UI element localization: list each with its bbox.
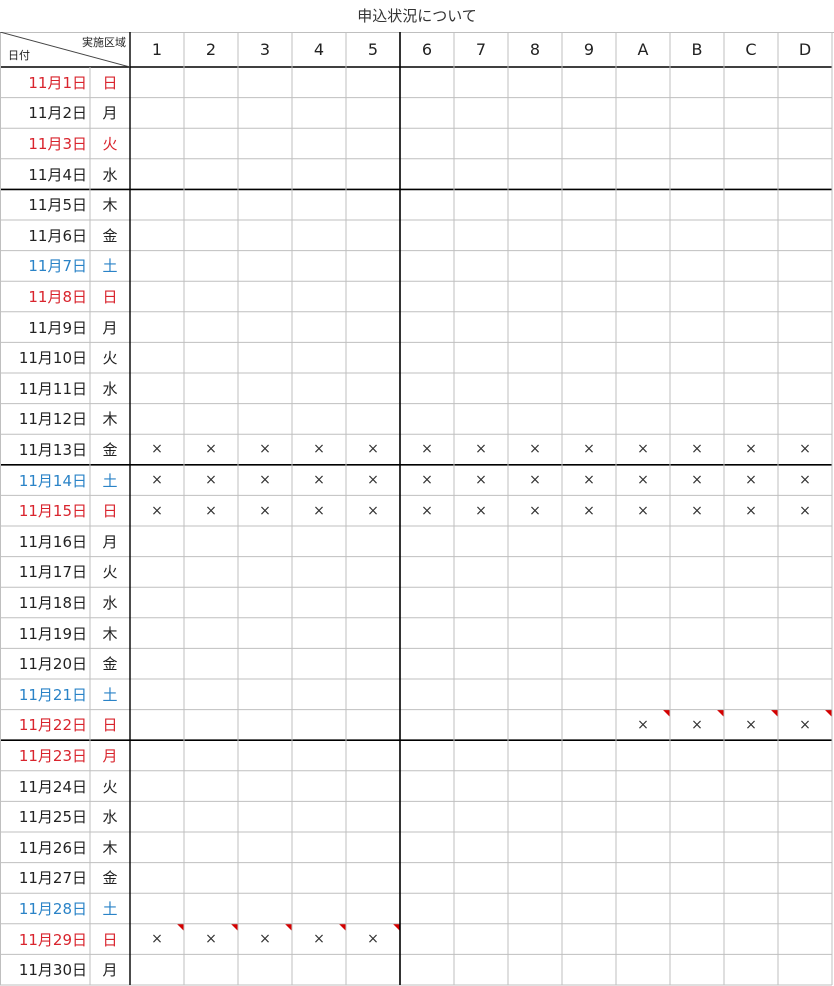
- page-title: 申込状況について: [357, 7, 477, 25]
- grid-lines: [0, 32, 834, 986]
- corner-diagonal: [0, 32, 131, 68]
- schedule-table: 日付 実施区域 1 2 3 4 5 6 7 8 9 A B C D 11月1日日 11月2日月 11月3日火 1…: [0, 32, 834, 986]
